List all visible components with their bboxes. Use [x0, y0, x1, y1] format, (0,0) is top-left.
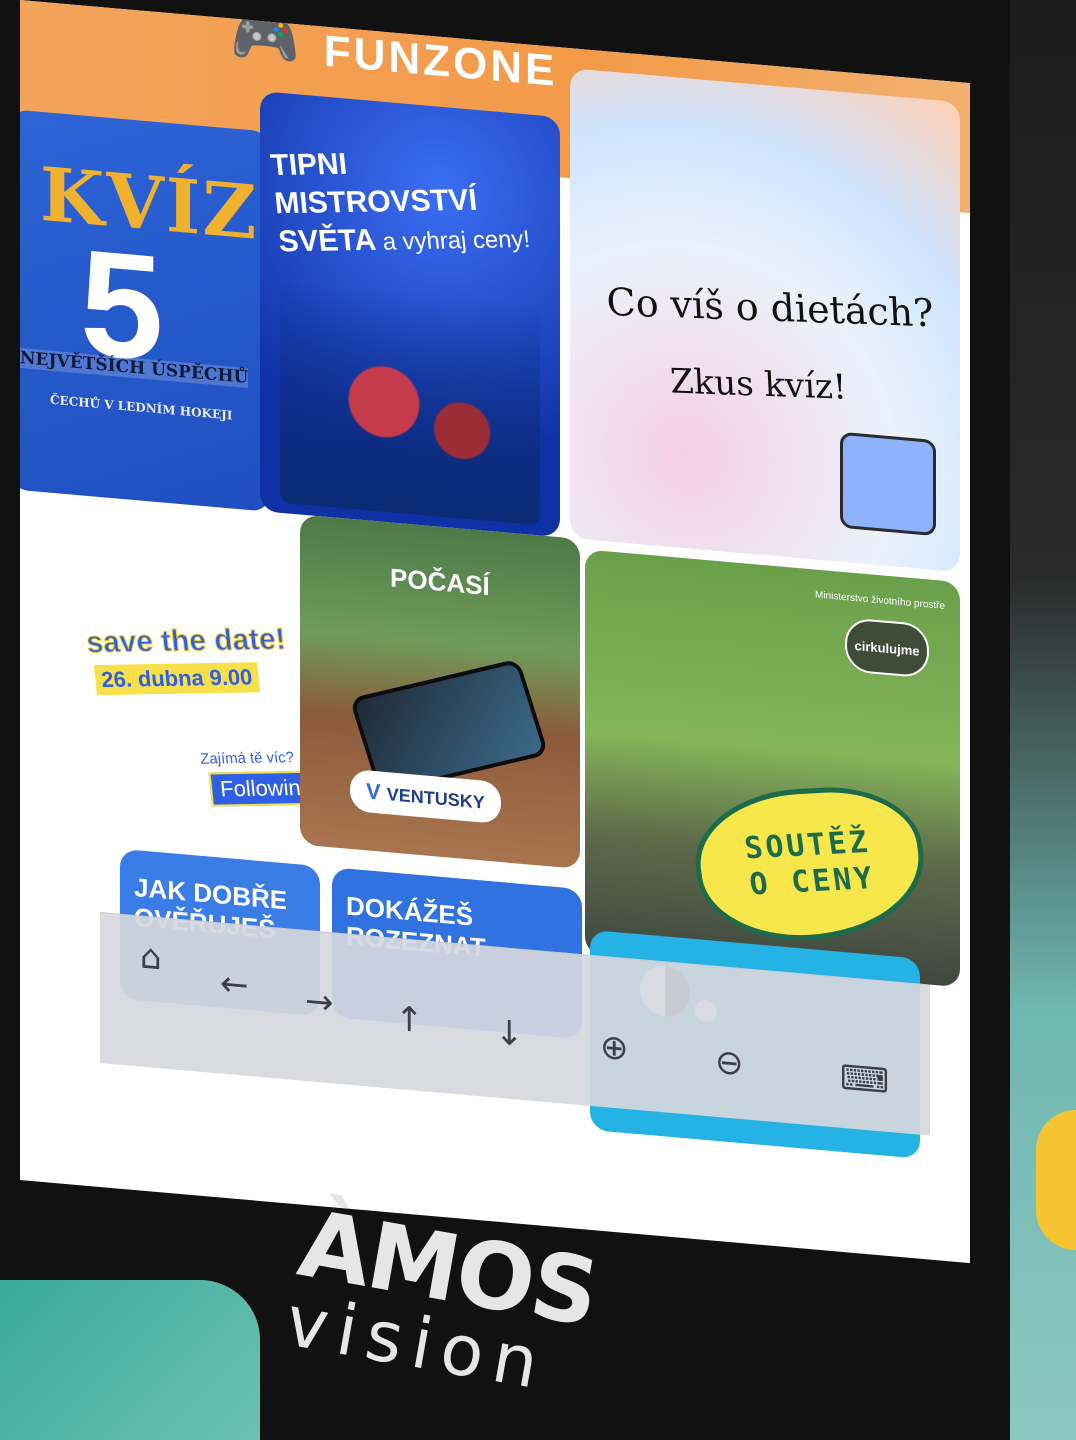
kiosk-base-trim: [0, 1280, 260, 1440]
scroll-down-icon[interactable]: ↓: [495, 1013, 524, 1055]
scroll-up-icon[interactable]: ↑: [395, 999, 424, 1041]
tile-soutez[interactable]: Ministerstvo životního prostře cirkulujm…: [585, 549, 960, 988]
dieta-question: Co víš o dietách?: [605, 279, 935, 336]
gamepad-icon: 🎮: [230, 3, 300, 73]
following-badge: Following: [208, 770, 310, 807]
tile-save-the-date[interactable]: save the date! 26. dubna 9.00 Zajímá tě …: [50, 512, 310, 866]
kiosk-body: 🎮 FUNZONE KVÍZ 5 NEJVĚTŠÍCH ÚSPĚCHŮ ČECH…: [0, 0, 1010, 1440]
contest-burst: SOUTĚŽ O CENY: [685, 782, 935, 946]
ventusky-logo: V VENTUSKY: [350, 768, 501, 825]
bathroom-scale-illustration: [840, 431, 936, 537]
ventusky-v-icon: V: [366, 778, 381, 805]
contest-line2: O CENY: [747, 860, 878, 903]
dieta-cta: Zkus kvíz!: [669, 361, 848, 408]
ministry-label: Ministerstvo životního prostře: [815, 589, 946, 612]
kiosk-screen: 🎮 FUNZONE KVÍZ 5 NEJVĚTŠÍCH ÚSPĚCHŮ ČECH…: [20, 0, 970, 1264]
tile-tipni-mistrovstvi[interactable]: TIPNI MISTROVSTVÍ SVĚTA a vyhraj ceny!: [260, 90, 560, 538]
pocasi-title: POČASÍ: [390, 562, 490, 602]
keyboard-icon[interactable]: ⌨: [840, 1058, 889, 1102]
tipni-line2-bold: SVĚTA: [276, 223, 378, 259]
forward-arrow-icon[interactable]: →: [305, 981, 334, 1023]
hockey-players-image: [280, 282, 540, 526]
zoom-in-icon[interactable]: ⊕: [600, 1027, 629, 1069]
event-date: 26. dubna 9.00: [93, 662, 260, 696]
tile-pocasi[interactable]: POČASÍ V VENTUSKY: [300, 514, 580, 869]
tipni-title: TIPNI MISTROVSTVÍ SVĚTA a vyhraj ceny!: [269, 142, 560, 263]
ventusky-text: VENTUSKY: [386, 784, 485, 813]
kviz-subtitle-2: ČECHŮ V LEDNÍM HOKEJI: [50, 392, 233, 423]
zoom-out-icon[interactable]: ⊖: [715, 1042, 744, 1084]
back-arrow-icon[interactable]: ←: [220, 963, 249, 1005]
home-icon[interactable]: ⌂: [140, 936, 162, 978]
cirkulujme-logo: cirkulujme: [845, 617, 929, 679]
save-the-date-label: save the date!: [84, 622, 288, 660]
interest-question: Zajímá tě víc?: [199, 749, 295, 768]
tile-kviz-hockey[interactable]: KVÍZ 5 NEJVĚTŠÍCH ÚSPĚCHŮ ČECHŮ V LEDNÍM…: [20, 109, 270, 512]
tile-dieta-kviz[interactable]: Co víš o dietách? Zkus kvíz!: [570, 68, 960, 573]
header-title: FUNZONE: [323, 26, 558, 97]
tipni-line1: TIPNI MISTROVSTVÍ: [268, 147, 479, 221]
tipni-line2-rest: a vyhraj ceny!: [374, 225, 532, 256]
decor-blob: [1036, 1110, 1076, 1250]
tipni-line2: SVĚTA a vyhraj ceny!: [277, 218, 560, 263]
